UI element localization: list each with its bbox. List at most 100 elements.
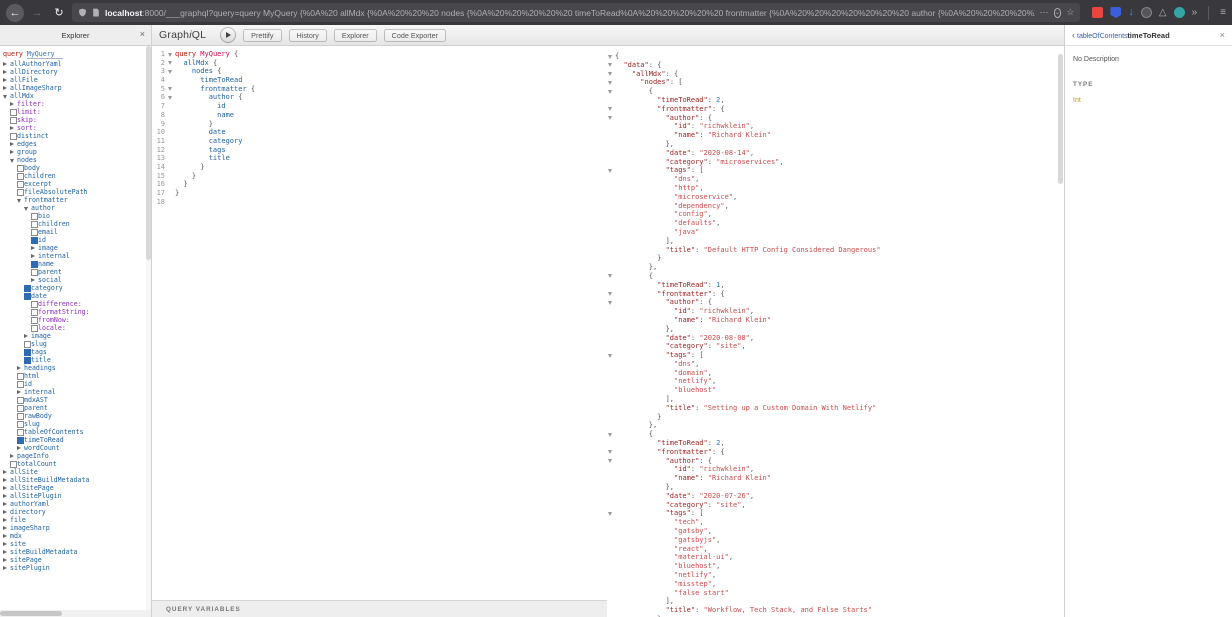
prettify-button[interactable]: Prettify [243, 29, 281, 42]
checkbox-icon[interactable] [17, 372, 24, 380]
fold-arrow-icon[interactable] [607, 87, 615, 96]
tree-arrow-icon[interactable] [3, 476, 10, 484]
explorer-tree-item[interactable]: allAuthorYaml [0, 60, 151, 68]
fold-arrow-icon[interactable] [167, 85, 175, 94]
tree-arrow-icon[interactable] [3, 540, 10, 548]
explorer-tree-item[interactable]: mdx [0, 532, 151, 540]
fold-arrow-icon[interactable] [607, 457, 615, 466]
explorer-tree-item[interactable]: children [0, 220, 151, 228]
checkbox-icon[interactable] [17, 412, 24, 420]
explorer-tree-item[interactable]: sort: [0, 124, 151, 132]
explorer-tree-item[interactable]: name [0, 260, 151, 268]
overflow-chevron-icon[interactable]: » [1192, 7, 1198, 18]
checkbox-icon[interactable] [24, 284, 31, 292]
explorer-tree-item[interactable]: html [0, 372, 151, 380]
page-info-icon[interactable] [92, 8, 100, 17]
checkbox-icon[interactable] [10, 108, 17, 116]
fold-arrow-icon[interactable] [607, 351, 615, 360]
checkbox-icon[interactable] [17, 380, 24, 388]
tree-arrow-icon[interactable] [3, 500, 10, 508]
checkbox-icon[interactable] [24, 356, 31, 364]
explorer-tree-item[interactable]: category [0, 284, 151, 292]
explorer-tree-item[interactable]: difference: [0, 300, 151, 308]
fold-arrow-icon[interactable] [607, 298, 615, 307]
explorer-tree-item[interactable]: id [0, 380, 151, 388]
explorer-tree-item[interactable]: directory [0, 508, 151, 516]
fold-arrow-icon[interactable] [607, 114, 615, 123]
url-text[interactable]: localhost:8000/___graphql?query=query My… [105, 8, 1035, 18]
explorer-tree-item[interactable]: allSite [0, 468, 151, 476]
fold-arrow-icon[interactable] [607, 52, 615, 61]
fold-arrow-icon[interactable] [607, 430, 615, 439]
checkbox-icon[interactable] [31, 212, 38, 220]
back-icon[interactable]: ← [6, 4, 24, 22]
tree-arrow-icon[interactable] [10, 148, 17, 156]
explorer-tree-item[interactable]: headings [0, 364, 151, 372]
explorer-tree-item[interactable]: rawBody [0, 412, 151, 420]
explorer-tree-item[interactable]: authorYaml [0, 500, 151, 508]
extension-icon-dark-circle[interactable] [1141, 7, 1152, 18]
tree-arrow-icon[interactable] [3, 556, 10, 564]
checkbox-icon[interactable] [31, 228, 38, 236]
checkbox-icon[interactable] [31, 300, 38, 308]
query-editor-lines[interactable]: 1query MyQuery {2 allMdx {3 nodes {4 tim… [152, 46, 607, 600]
checkbox-icon[interactable] [17, 172, 24, 180]
checkbox-icon[interactable] [17, 428, 24, 436]
tree-arrow-icon[interactable] [24, 332, 31, 340]
fold-arrow-icon[interactable] [607, 166, 615, 175]
explorer-tree-item[interactable]: children [0, 172, 151, 180]
shield-icon[interactable] [78, 8, 87, 17]
code-exporter-button[interactable]: Code Exporter [384, 29, 446, 42]
tree-arrow-icon[interactable] [3, 92, 10, 100]
checkbox-icon[interactable] [17, 396, 24, 404]
checkbox-icon[interactable] [31, 324, 38, 332]
explorer-tree-item[interactable]: mdxAST [0, 396, 151, 404]
explorer-tree-item[interactable]: internal [0, 388, 151, 396]
tree-arrow-icon[interactable] [3, 60, 10, 68]
explorer-tree-item[interactable]: skip: [0, 116, 151, 124]
tree-arrow-icon[interactable] [3, 468, 10, 476]
history-button[interactable]: History [289, 29, 327, 42]
explorer-tree-item[interactable]: totalCount [0, 460, 151, 468]
checkbox-icon[interactable] [31, 308, 38, 316]
reload-icon[interactable]: ↻ [50, 4, 68, 22]
checkbox-icon[interactable] [24, 292, 31, 300]
explorer-tree-item[interactable]: fileAbsolutePath [0, 188, 151, 196]
tree-arrow-icon[interactable] [10, 100, 17, 108]
tree-arrow-icon[interactable] [3, 68, 10, 76]
explorer-tree-item[interactable]: fromNow: [0, 316, 151, 324]
explorer-tree-item[interactable]: parent [0, 404, 151, 412]
extension-icon-red[interactable] [1092, 7, 1103, 18]
explorer-tree-item[interactable]: body [0, 164, 151, 172]
checkbox-icon[interactable] [17, 436, 24, 444]
explorer-tree-item[interactable]: siteBuildMetadata [0, 548, 151, 556]
explorer-tree-item[interactable]: image [0, 332, 151, 340]
url-bar[interactable]: localhost:8000/___graphql?query=query My… [72, 3, 1080, 22]
execute-button[interactable] [220, 27, 236, 43]
explorer-toggle-button[interactable]: Explorer [334, 29, 377, 42]
explorer-tree-item[interactable]: formatString: [0, 308, 151, 316]
tree-arrow-icon[interactable] [3, 484, 10, 492]
explorer-tree-item[interactable]: edges [0, 140, 151, 148]
explorer-tree-item[interactable]: distinct [0, 132, 151, 140]
tree-arrow-icon[interactable] [10, 140, 17, 148]
fold-arrow-icon[interactable] [167, 67, 175, 76]
fold-arrow-icon[interactable] [607, 448, 615, 457]
explorer-tree-item[interactable]: allSitePage [0, 484, 151, 492]
checkbox-icon[interactable] [17, 420, 24, 428]
explorer-tree-item[interactable]: file [0, 516, 151, 524]
checkbox-icon[interactable] [31, 316, 38, 324]
explorer-tree-item[interactable]: bio [0, 212, 151, 220]
tree-arrow-icon[interactable] [31, 252, 38, 260]
fold-arrow-icon[interactable] [607, 272, 615, 281]
fold-arrow-icon[interactable] [607, 509, 615, 518]
tree-arrow-icon[interactable] [3, 508, 10, 516]
explorer-tree-item[interactable]: email [0, 228, 151, 236]
explorer-vertical-scrollbar[interactable] [146, 46, 151, 610]
doc-close-icon[interactable]: × [1220, 30, 1225, 40]
tree-arrow-icon[interactable] [3, 548, 10, 556]
fold-arrow-icon[interactable] [607, 61, 615, 70]
tree-arrow-icon[interactable] [3, 492, 10, 500]
explorer-tree-item[interactable]: locale: [0, 324, 151, 332]
tree-arrow-icon[interactable] [3, 564, 10, 572]
